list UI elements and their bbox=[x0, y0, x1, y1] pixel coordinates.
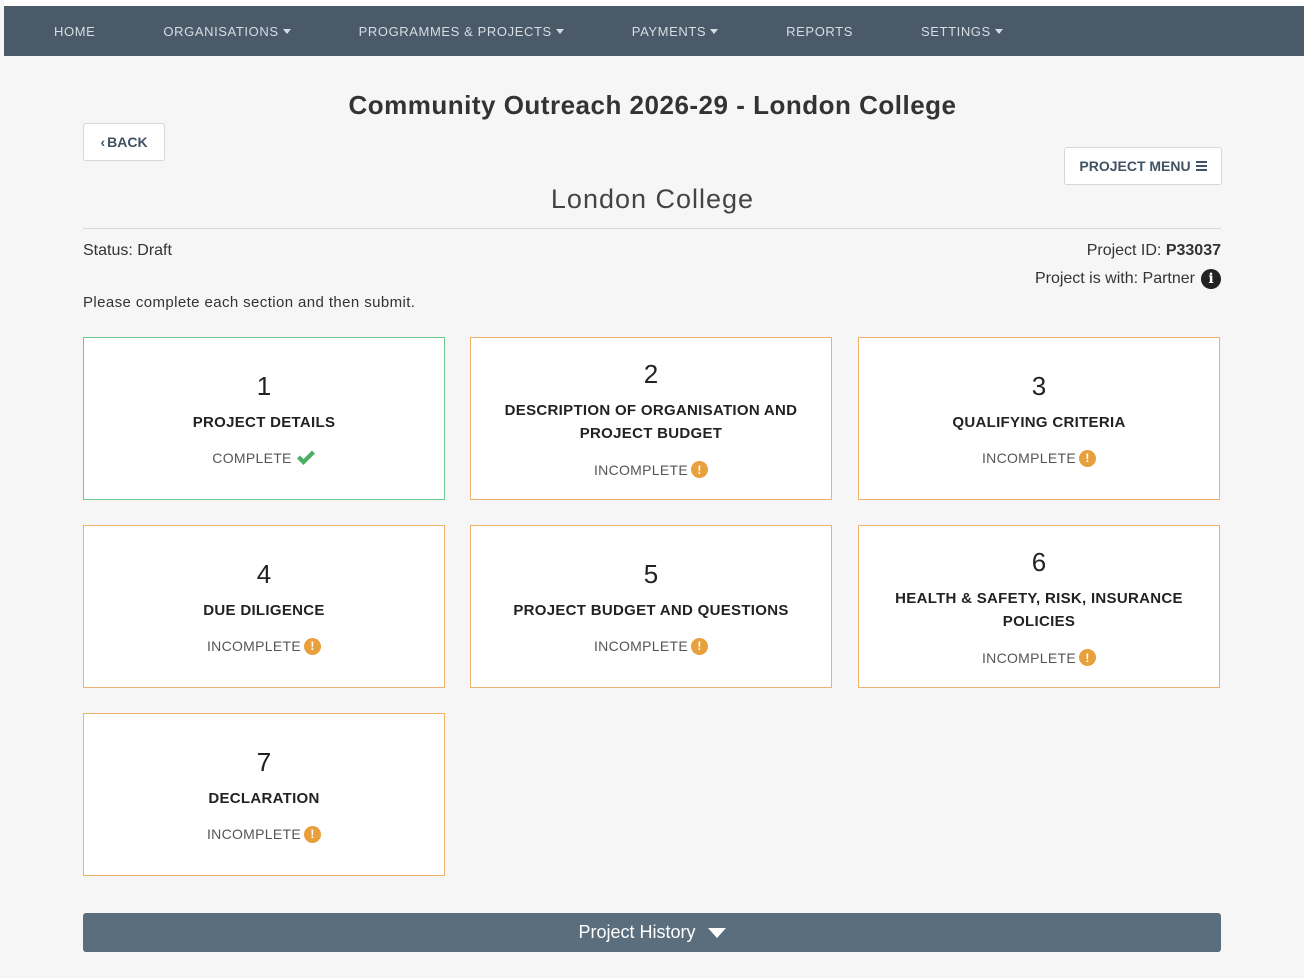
section-card-2[interactable]: 2 DESCRIPTION OF ORGANISATION AND PROJECT… bbox=[470, 337, 832, 500]
top-navbar: HOME ORGANISATIONS PROGRAMMES & PROJECTS… bbox=[4, 0, 1304, 56]
section-card-3[interactable]: 3 QUALIFYING CRITERIA INCOMPLETE! bbox=[858, 337, 1220, 500]
check-icon bbox=[296, 450, 315, 465]
nav-reports[interactable]: REPORTS bbox=[752, 24, 887, 39]
exclamation-icon: ! bbox=[691, 461, 708, 478]
section-status-label: INCOMPLETE bbox=[593, 638, 688, 654]
back-button[interactable]: ‹ BACK bbox=[83, 123, 165, 161]
section-number: 2 bbox=[643, 359, 659, 389]
section-status-label: INCOMPLETE bbox=[206, 826, 301, 842]
section-status: INCOMPLETE! bbox=[594, 461, 708, 478]
project-id-label: Project ID: bbox=[1086, 242, 1162, 259]
section-status-label: INCOMPLETE bbox=[593, 461, 688, 478]
section-status: INCOMPLETE! bbox=[206, 637, 321, 655]
exclamation-icon: ! bbox=[691, 637, 708, 655]
section-status: INCOMPLETE! bbox=[982, 649, 1096, 666]
section-status-label: INCOMPLETE bbox=[981, 649, 1076, 666]
section-title: QUALIFYING CRITERIA bbox=[952, 413, 1126, 431]
section-status: INCOMPLETE! bbox=[981, 449, 1096, 467]
section-title: HEALTH & SAFETY, RISK, INSURANCE POLICIE… bbox=[895, 590, 1183, 630]
section-title: PROJECT BUDGET AND QUESTIONS bbox=[513, 601, 789, 619]
section-card-6[interactable]: 6 HEALTH & SAFETY, RISK, INSURANCE POLICI… bbox=[858, 525, 1220, 688]
status-label: Status: bbox=[83, 242, 133, 259]
section-number: 5 bbox=[643, 558, 659, 589]
section-title: DECLARATION bbox=[208, 789, 320, 807]
exclamation-icon: ! bbox=[304, 825, 321, 843]
nav-home-label: HOME bbox=[54, 23, 96, 39]
organisation-name: London College bbox=[550, 184, 755, 214]
exclamation-icon: ! bbox=[1079, 449, 1096, 467]
info-icon[interactable]: i bbox=[1201, 269, 1221, 289]
section-number: 4 bbox=[256, 558, 272, 589]
nav-payments-label: PAYMENTS bbox=[631, 23, 707, 39]
project-with-value: Partner bbox=[1142, 270, 1195, 287]
section-card-7[interactable]: 7 DECLARATION INCOMPLETE! bbox=[83, 713, 445, 876]
nav-programmes-projects-label: PROGRAMMES & PROJECTS bbox=[358, 23, 552, 39]
section-title: PROJECT DETAILS bbox=[192, 414, 336, 431]
nav-organisations-label: ORGANISATIONS bbox=[163, 23, 279, 39]
section-card-4[interactable]: 4 DUE DILIGENCE INCOMPLETE! bbox=[83, 525, 445, 688]
chevron-left-icon: ‹ bbox=[100, 134, 106, 150]
caret-down-icon bbox=[282, 28, 291, 34]
status-value: Draft bbox=[137, 242, 172, 259]
project-id: Project ID: P33037 bbox=[1087, 242, 1221, 260]
section-title: DESCRIPTION OF ORGANISATION AND PROJECT … bbox=[504, 402, 798, 442]
caret-down-icon bbox=[994, 28, 1003, 34]
project-id-value: P33037 bbox=[1165, 242, 1221, 259]
back-button-label: BACK bbox=[107, 134, 148, 150]
nav-payments[interactable]: PAYMENTS bbox=[598, 24, 752, 39]
caret-down-icon bbox=[710, 28, 719, 34]
caret-down-icon bbox=[555, 28, 564, 34]
nav-programmes-projects[interactable]: PROGRAMMES & PROJECTS bbox=[325, 24, 598, 39]
caret-down-icon bbox=[707, 927, 726, 938]
section-number: 3 bbox=[1031, 370, 1047, 401]
exclamation-icon: ! bbox=[1079, 649, 1096, 666]
nav-settings[interactable]: SETTINGS bbox=[887, 24, 1037, 39]
section-title: DUE DILIGENCE bbox=[203, 601, 325, 619]
nav-home[interactable]: HOME bbox=[4, 24, 129, 39]
project-history-label: Project History bbox=[578, 922, 696, 942]
hamburger-icon bbox=[1195, 159, 1207, 173]
section-status-label: COMPLETE bbox=[212, 450, 292, 466]
section-status: COMPLETE bbox=[212, 450, 315, 466]
page-title: Community Outreach 2026-29 - London Coll… bbox=[348, 90, 957, 120]
nav-organisations[interactable]: ORGANISATIONS bbox=[129, 24, 324, 39]
section-card-1[interactable]: 1 PROJECT DETAILS COMPLETE bbox=[83, 337, 445, 500]
section-status: INCOMPLETE! bbox=[593, 637, 708, 655]
status-text: Status: Draft bbox=[83, 242, 172, 260]
section-number: 7 bbox=[256, 746, 272, 777]
exclamation-icon: ! bbox=[304, 637, 321, 655]
section-number: 6 bbox=[1031, 547, 1047, 577]
nav-reports-label: REPORTS bbox=[786, 23, 853, 39]
project-menu-button[interactable]: PROJECT MENU bbox=[1064, 147, 1222, 185]
nav-settings-label: SETTINGS bbox=[920, 23, 991, 39]
project-with-label: Project is with: bbox=[1034, 270, 1139, 287]
divider bbox=[83, 228, 1221, 229]
project-with: Project is with: Partner i bbox=[1035, 269, 1221, 289]
instructions-text: Please complete each section and then su… bbox=[83, 294, 416, 311]
section-status-label: INCOMPLETE bbox=[981, 450, 1076, 466]
project-history-toggle[interactable]: Project History bbox=[83, 913, 1221, 952]
project-menu-label: PROJECT MENU bbox=[1079, 158, 1191, 174]
section-status-label: INCOMPLETE bbox=[206, 638, 301, 654]
section-number: 1 bbox=[256, 371, 272, 401]
section-card-5[interactable]: 5 PROJECT BUDGET AND QUESTIONS INCOMPLETE! bbox=[470, 525, 832, 688]
section-status: INCOMPLETE! bbox=[206, 825, 321, 843]
